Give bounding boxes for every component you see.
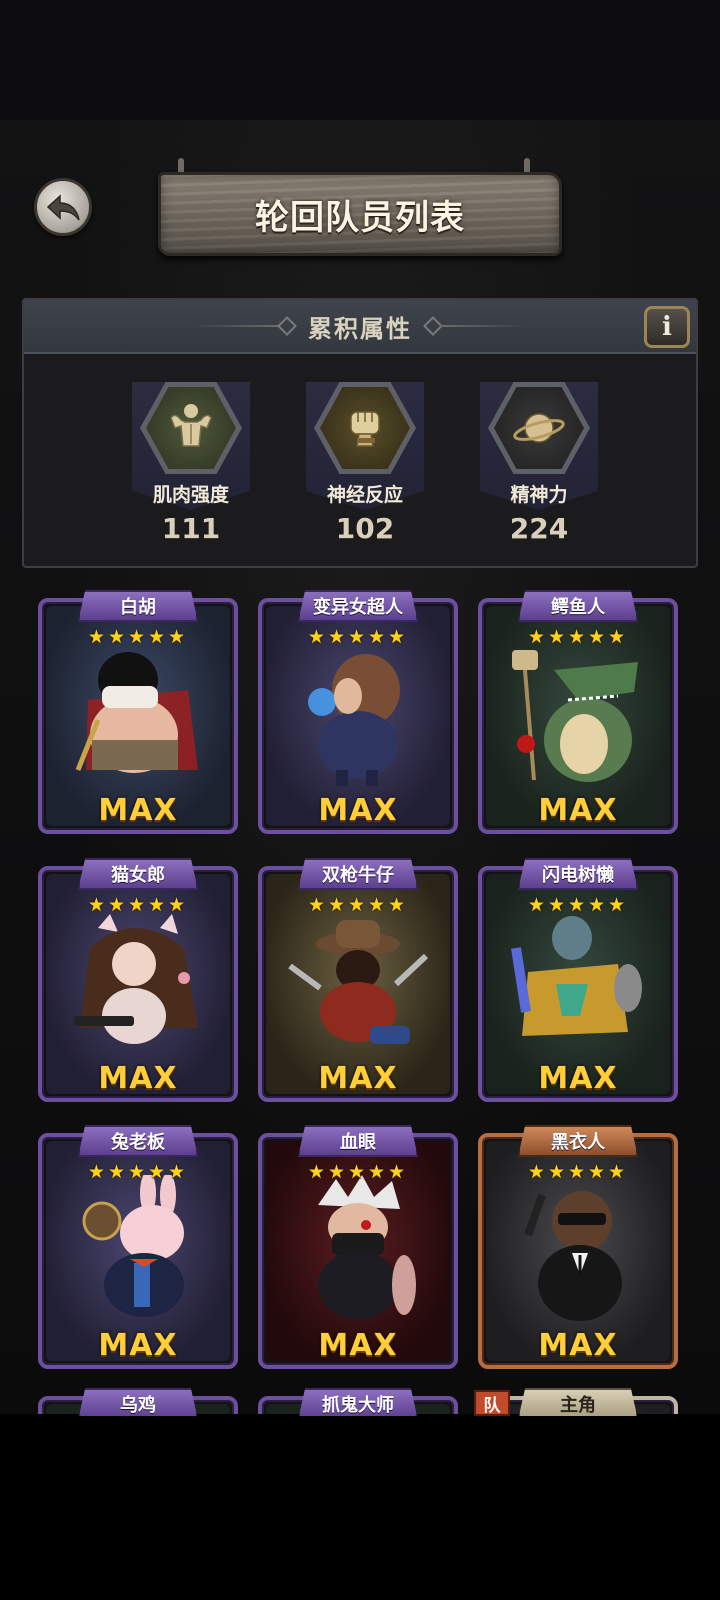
- level-max-label: MAX: [318, 793, 398, 828]
- stat-muscle: 肌肉强度 111: [126, 382, 256, 552]
- star-rating: ★★★★★: [87, 626, 189, 648]
- member-name: 变异女超人: [298, 590, 418, 622]
- star-rating: ★★★★★: [307, 626, 409, 648]
- star-rating: ★★★★★: [87, 1161, 189, 1183]
- member-name: 闪电树懒: [518, 858, 638, 890]
- star-rating: ★★★★★: [87, 894, 189, 916]
- level-max-label: MAX: [98, 1061, 178, 1096]
- stat-value: 111: [161, 512, 221, 545]
- team-badge: 队: [474, 1390, 510, 1416]
- partial-card-row: 乌鸡 抓鬼大师 主角: [0, 1388, 720, 1416]
- level-max-label: MAX: [538, 1328, 618, 1363]
- character-portrait: [318, 1175, 416, 1319]
- level-max-label: MAX: [318, 1328, 398, 1363]
- member-card-blood-eye[interactable]: 血眼 ★★★★★ MAX: [258, 1125, 458, 1369]
- title-plank: 轮回队员列表: [158, 172, 562, 256]
- stat-label: 神经反应: [326, 484, 403, 506]
- member-card-cat-girl[interactable]: 猫女郎 ★★★★★ MAX: [38, 858, 238, 1102]
- info-icon: i: [662, 312, 672, 342]
- info-button[interactable]: i: [644, 306, 690, 348]
- back-arrow-icon: [46, 194, 80, 221]
- member-card-mutant-heroine[interactable]: 变异女超人 ★★★★★ MAX: [258, 590, 458, 834]
- member-name: 鳄鱼人: [518, 590, 638, 622]
- stat-label: 肌肉强度: [152, 484, 229, 506]
- character-portrait: [512, 650, 638, 782]
- member-card-lightning-sloth[interactable]: 闪电树懒 ★★★★★ MAX: [478, 858, 678, 1102]
- member-name: 乌鸡: [78, 1388, 198, 1416]
- diamond-ornament-icon: [277, 316, 297, 336]
- star-rating: ★★★★★: [527, 626, 629, 648]
- star-rating: ★★★★★: [527, 894, 629, 916]
- level-max-label: MAX: [98, 1328, 178, 1363]
- star-rating: ★★★★★: [527, 1161, 629, 1183]
- member-card-crocodile-man[interactable]: 鳄鱼人 ★★★★★ MAX: [478, 590, 678, 834]
- character-portrait: [74, 914, 198, 1044]
- attributes-header: 累积属性 i: [24, 300, 696, 354]
- character-portrait: [308, 654, 400, 786]
- screen: 轮回队员列表 累积属性 i 肌肉强度 111 神经反应 102 精神力 224 …: [0, 0, 720, 1600]
- attributes-panel: 累积属性 i 肌肉强度 111 神经反应 102 精神力 224: [22, 298, 698, 568]
- member-name: 血眼: [298, 1125, 418, 1157]
- page-title: 轮回队员列表: [255, 197, 465, 238]
- star-rating: ★★★★★: [307, 894, 409, 916]
- stat-label: 精神力: [510, 484, 568, 506]
- character-portrait: [82, 1175, 184, 1317]
- member-card-silkie[interactable]: 乌鸡: [38, 1388, 238, 1416]
- stat-value: 224: [509, 512, 569, 545]
- character-portrait: [511, 916, 642, 1036]
- back-button[interactable]: [34, 178, 92, 236]
- member-name: 黑衣人: [518, 1125, 638, 1157]
- attributes-title: 累积属性: [308, 314, 412, 343]
- member-card-ghost-catcher[interactable]: 抓鬼大师: [258, 1388, 458, 1416]
- member-name: 猫女郎: [78, 858, 198, 890]
- member-card-men-in-black[interactable]: 黑衣人 ★★★★★ MAX: [478, 1125, 678, 1369]
- level-max-label: MAX: [318, 1061, 398, 1096]
- character-portrait: [524, 1191, 622, 1321]
- header-decoration-right: [440, 325, 530, 327]
- member-name: 主角: [518, 1388, 638, 1416]
- member-name: 兔老板: [78, 1125, 198, 1157]
- member-name: 白胡: [78, 590, 198, 622]
- stat-value: 102: [335, 512, 395, 545]
- member-card-twin-gun-cowboy[interactable]: 双枪牛仔 ★★★★★ MAX: [258, 858, 458, 1102]
- bottom-letterbox: [0, 1414, 720, 1600]
- header-decoration-left: [190, 325, 280, 327]
- member-card-rabbit-boss[interactable]: 兔老板 ★★★★★ MAX: [38, 1125, 238, 1369]
- member-name: 抓鬼大师: [298, 1388, 418, 1416]
- stat-reflex: 神经反应 102: [300, 382, 430, 552]
- level-max-label: MAX: [538, 793, 618, 828]
- character-portrait: [75, 652, 198, 773]
- level-max-label: MAX: [98, 793, 178, 828]
- character-portrait: [288, 920, 428, 1044]
- stat-spirit: 精神力 224: [474, 382, 604, 552]
- member-name: 双枪牛仔: [298, 858, 418, 890]
- member-card-baihu[interactable]: 白胡 ★★★★★ MAX: [38, 590, 238, 834]
- level-max-label: MAX: [538, 1061, 618, 1096]
- star-rating: ★★★★★: [307, 1161, 409, 1183]
